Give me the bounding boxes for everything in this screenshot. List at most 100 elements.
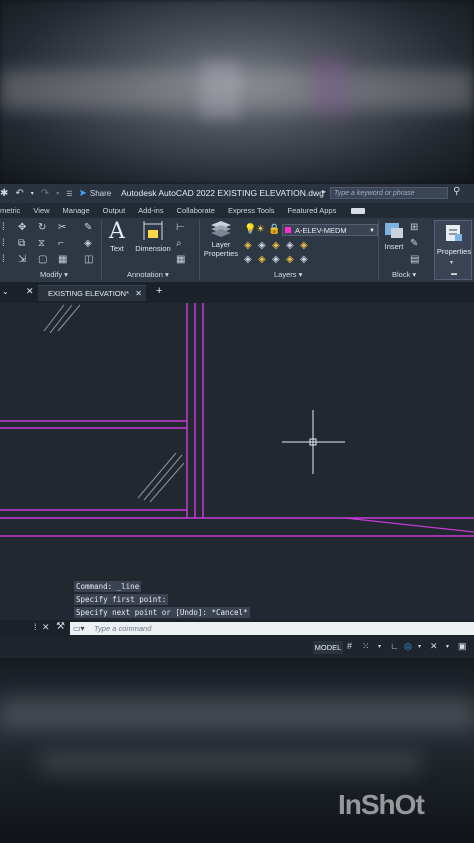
annotation-panel-title[interactable]: Annotation ▾ — [127, 270, 169, 279]
ortho-icon[interactable]: ∟ — [390, 641, 399, 651]
title-bar: ✱ ↶ ▾ ↷ ▾ ☰ ➤ Share Autodesk AutoCAD 202… — [0, 184, 474, 203]
gear-icon[interactable]: ✱ — [0, 188, 8, 199]
command-input[interactable]: ▭▾ Type a command — [70, 622, 474, 635]
erase-icon[interactable]: ✎ — [84, 222, 92, 233]
scale-icon[interactable]: ▢ — [38, 254, 47, 265]
layer-tool-icon[interactable]: ◈ — [300, 240, 308, 251]
dimension-label: Dimension — [135, 244, 171, 253]
chevron-down-icon[interactable]: ▾ — [56, 190, 59, 197]
modify-panel-title[interactable]: Modify ▾ — [40, 270, 68, 279]
divider — [378, 220, 379, 280]
command-input-placeholder: Type a command — [94, 624, 152, 633]
mirror-icon[interactable]: ⧖ — [38, 238, 45, 249]
lock-icon[interactable]: 🔒 — [268, 224, 280, 235]
object-snap-icon[interactable]: ▣ — [458, 641, 467, 652]
dimension-button[interactable]: Dimension — [133, 220, 173, 253]
status-bar: MODEL # ⁙ ▾ ∟ ◎ ▾ ✕ ▾ ▣ — [0, 637, 474, 658]
grip-icon[interactable]: ⁞ — [34, 622, 37, 632]
move-icon[interactable]: ⁞ — [2, 222, 5, 233]
table-icon[interactable]: ▦ — [176, 254, 185, 265]
customize-icon[interactable]: ☰ — [66, 190, 72, 198]
layer-tool-icon[interactable]: ◈ — [286, 240, 294, 251]
start-tab-icon[interactable]: ⌄ — [2, 287, 9, 296]
search-input[interactable]: Type a keyword or phrase — [330, 187, 448, 199]
grid-icon[interactable]: # — [347, 641, 352, 651]
isodraft-icon[interactable]: ✕ — [430, 641, 438, 652]
layer-stack-icon — [211, 221, 231, 237]
stretch-objects-icon[interactable]: ⇲ — [18, 254, 26, 265]
move-arrows-icon[interactable]: ✥ — [18, 222, 26, 233]
tab-output[interactable]: Output — [103, 206, 126, 215]
offset-icon[interactable]: ◫ — [84, 254, 93, 265]
tab-collaborate[interactable]: Collaborate — [177, 206, 215, 215]
leader-icon[interactable]: ⌕ — [176, 238, 182, 249]
divider — [101, 220, 102, 280]
layer-tool-icon[interactable]: ◈ — [258, 254, 266, 265]
tab-featured-apps[interactable]: Featured Apps — [288, 206, 337, 215]
arrow-right-icon: ▸ — [322, 187, 327, 196]
document-tab-bar: ⌄ ✕ EXISTING ELEVATION* ✕ + — [0, 283, 474, 303]
sun-icon[interactable]: ☀ — [256, 224, 265, 235]
layer-properties-button[interactable]: Layer Properties — [202, 220, 240, 258]
snap-icon[interactable]: ⁙ — [362, 641, 370, 652]
new-tab-icon[interactable]: + — [156, 285, 162, 297]
block-panel-title[interactable]: Block ▾ — [392, 270, 416, 279]
array-icon[interactable]: ▦ — [58, 254, 67, 265]
search-icon[interactable]: ⚲ — [453, 186, 460, 197]
layers-panel-title[interactable]: Layers ▾ — [274, 270, 302, 279]
edit-block-icon[interactable]: ✎ — [410, 238, 418, 249]
tab-existing-elevation[interactable]: EXISTING ELEVATION* ✕ — [38, 285, 146, 301]
close-icon[interactable]: ✕ — [42, 622, 50, 633]
block-attributes-icon[interactable]: ▤ — [410, 254, 419, 265]
tab-add-ins[interactable]: Add-ins — [138, 206, 163, 215]
properties-button[interactable]: Properties ▾ ▬ — [434, 220, 472, 280]
layer-tool-icon[interactable]: ◈ — [244, 240, 252, 251]
doc-tab-label: EXISTING ELEVATION* — [48, 289, 129, 298]
redo-icon[interactable]: ↷ — [41, 188, 49, 199]
layer-tool-icon[interactable]: ◈ — [272, 240, 280, 251]
layer-tool-icon[interactable]: ◈ — [300, 254, 308, 265]
properties-label: Properties — [436, 247, 472, 256]
layer-tool-icon[interactable]: ◈ — [272, 254, 280, 265]
chevron-down-icon[interactable]: ▾ — [31, 190, 34, 197]
model-space-button[interactable]: MODEL — [313, 641, 343, 654]
wrench-icon[interactable]: ⚒ — [56, 621, 65, 632]
stretch-icon[interactable]: ⁞ — [2, 254, 5, 265]
layer-tool-icon[interactable]: ◈ — [258, 240, 266, 251]
insert-button[interactable]: Insert — [380, 220, 408, 251]
chevron-down-icon[interactable]: ▾ — [418, 643, 421, 650]
layer-dropdown[interactable]: A-ELEV-MEDM ▼ — [282, 224, 378, 236]
close-icon[interactable]: ✕ — [26, 286, 34, 297]
drawing-canvas[interactable] — [0, 303, 474, 604]
undo-icon[interactable]: ↶ — [15, 188, 23, 199]
properties-icon — [446, 225, 462, 241]
layer-properties-label: Layer Properties — [203, 240, 239, 258]
polar-tracking-icon[interactable]: ◎ — [404, 641, 412, 652]
text-icon: A — [109, 219, 125, 244]
command-history-line: Specify next point or [Undo]: *Cancel* — [74, 607, 250, 618]
copy-objects-icon[interactable]: ⧉ — [18, 238, 25, 249]
tab-parametric[interactable]: metric — [0, 206, 20, 215]
ribbon-options-toggle[interactable] — [351, 207, 366, 214]
close-icon[interactable]: ✕ — [135, 286, 142, 302]
command-history-line: Specify first point: — [74, 594, 169, 605]
tab-express-tools[interactable]: Express Tools — [228, 206, 275, 215]
lightbulb-icon[interactable]: 💡 — [244, 224, 256, 235]
layer-tool-icon[interactable]: ◈ — [286, 254, 294, 265]
tab-view[interactable]: View — [33, 206, 49, 215]
chevron-down-icon[interactable]: ▾ — [446, 643, 449, 650]
trim-icon[interactable]: ✂ — [58, 222, 66, 233]
text-button[interactable]: A Text — [106, 219, 128, 254]
panel-expand-icon: ▬ — [451, 271, 457, 277]
rotate-icon[interactable]: ↻ — [38, 222, 46, 233]
fillet-icon[interactable]: ⌐ — [58, 238, 64, 249]
layer-tool-icon[interactable]: ◈ — [244, 254, 252, 265]
explode-icon[interactable]: ◈ — [84, 238, 92, 249]
copy-icon[interactable]: ⁞ — [2, 238, 5, 249]
chevron-down-icon[interactable]: ▾ — [378, 643, 381, 650]
tab-manage[interactable]: Manage — [63, 206, 90, 215]
linear-dimension-icon[interactable]: ⊢ — [176, 222, 185, 233]
divider — [199, 220, 200, 280]
create-block-icon[interactable]: ⊞ — [410, 222, 418, 233]
share-button[interactable]: ➤ Share — [78, 188, 111, 199]
